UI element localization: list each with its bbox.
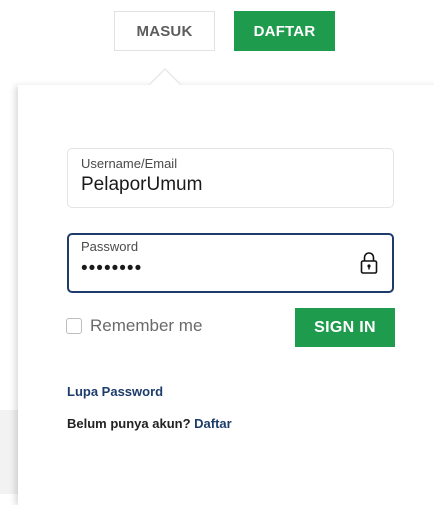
daftar-button[interactable]: DAFTAR xyxy=(234,11,335,51)
remember-checkbox[interactable] xyxy=(66,318,82,334)
register-prompt-text: Belum punya akun? xyxy=(67,416,195,431)
password-value[interactable]: •••••••• xyxy=(81,258,142,280)
username-label: Username/Email xyxy=(81,156,178,171)
sign-in-button[interactable]: SIGN IN xyxy=(295,308,395,347)
forgot-password-link[interactable]: Lupa Password xyxy=(67,384,163,399)
username-field[interactable]: Username/Email PelaporUmum xyxy=(67,148,394,208)
panel-caret-inner xyxy=(149,70,181,86)
register-prompt: Belum punya akun? Daftar xyxy=(67,416,232,431)
register-link[interactable]: Daftar xyxy=(194,416,232,431)
password-field[interactable]: Password •••••••• xyxy=(67,233,394,293)
lock-icon[interactable] xyxy=(360,251,378,275)
username-value[interactable]: PelaporUmum xyxy=(81,174,202,196)
masuk-button[interactable]: MASUK xyxy=(114,11,215,51)
background-strip xyxy=(0,410,18,494)
remember-label[interactable]: Remember me xyxy=(90,316,202,336)
password-label: Password xyxy=(81,239,139,254)
